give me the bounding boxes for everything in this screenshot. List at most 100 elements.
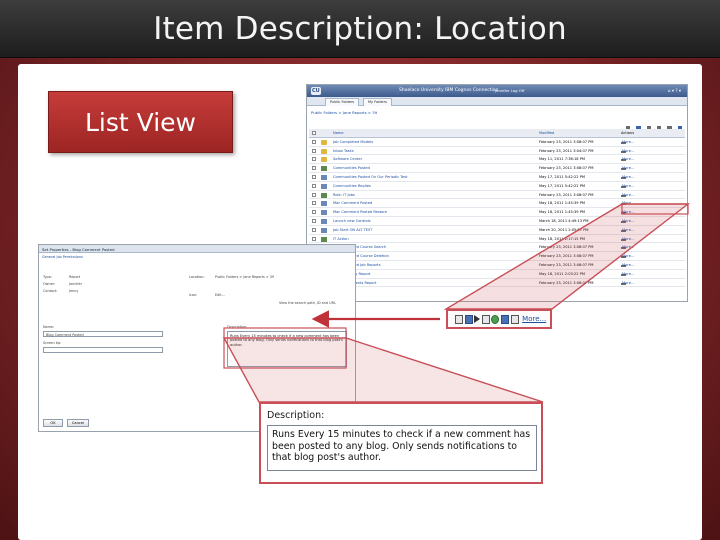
select-all-checkbox[interactable]	[312, 131, 316, 135]
properties-title: Set Properties - Blog Comment Posted	[42, 247, 115, 252]
view-search-path-link[interactable]: View the search path, ID and URL	[279, 301, 336, 305]
tab-public-folders[interactable]: Public Folders	[325, 98, 360, 106]
properties-header: Set Properties - Blog Comment Posted	[39, 245, 355, 253]
table-row: Launch new Controls March 18, 2011 4:49:1…	[309, 217, 685, 226]
row-modified: May 18, 2011 2:03:22 PM	[539, 271, 585, 276]
user-logoff-link[interactable]: Jennifer Log Off	[495, 88, 524, 93]
zoomed-description-textarea[interactable]: Runs Every 15 minutes to check if a new …	[267, 425, 537, 471]
column-header-modified[interactable]: Modified	[539, 131, 619, 135]
row-checkbox[interactable]	[312, 210, 316, 215]
row-actions: More...	[621, 245, 685, 250]
row-more-link[interactable]: More...	[622, 263, 634, 267]
row-more-link[interactable]: More...	[622, 219, 634, 223]
description-textarea[interactable]: Runs Every 15 minutes to check if a new …	[227, 331, 347, 367]
row-name-link[interactable]: Communities Replies	[333, 184, 433, 188]
row-checkbox[interactable]	[312, 227, 316, 232]
row-more-link[interactable]: More...	[622, 201, 634, 205]
app-header: CU Shoelace University IBM Cognos Connec…	[307, 85, 687, 97]
properties-tabs[interactable]: General Job Permissions	[42, 255, 83, 259]
row-checkbox[interactable]	[312, 183, 316, 188]
output-versions-icon[interactable]	[500, 314, 509, 324]
more-actions-link[interactable]: More...	[522, 315, 546, 323]
row-actions: More...	[621, 272, 685, 276]
row-name-link[interactable]: Inbox Tasks	[333, 149, 433, 153]
app-title: Shoelace University IBM Cognos Connectio…	[399, 88, 499, 93]
row-more-link[interactable]: More...	[622, 254, 634, 258]
row-name-link[interactable]: Communities Posted	[333, 166, 433, 170]
set-properties-icon[interactable]	[455, 314, 463, 324]
row-checkbox[interactable]	[312, 192, 316, 197]
edit-report-icon[interactable]	[481, 314, 490, 324]
row-more-link[interactable]: More...	[622, 140, 634, 144]
row-actions: More...	[621, 193, 685, 197]
view-history-icon[interactable]	[510, 314, 519, 324]
row-checkbox[interactable]	[312, 201, 316, 206]
folder-icon	[321, 139, 327, 145]
zoomed-actions-toolbar: More...	[446, 309, 552, 329]
row-checkbox[interactable]	[312, 166, 316, 171]
row-more-link[interactable]: More...	[622, 175, 634, 179]
type-value: Report	[69, 275, 81, 279]
row-name-link[interactable]: Communities Posted On Our Periodic Test	[333, 175, 433, 179]
tab-my-folders[interactable]: My Folders	[363, 98, 392, 106]
row-checkbox[interactable]	[312, 174, 316, 179]
screen-tip-input[interactable]	[43, 347, 163, 353]
row-name-link[interactable]: Job Start ON ALT TEST	[333, 228, 433, 232]
row-checkbox[interactable]	[312, 157, 316, 162]
table-row: Job Completed Models February 23, 2011 3:…	[309, 138, 685, 147]
table-row: Mac Comment Posted May 18, 2011 1:45:39 P…	[309, 199, 685, 209]
owner-value: Jennifer	[69, 282, 82, 286]
row-more-link[interactable]: More...	[622, 237, 634, 241]
row-actions: More...	[621, 149, 685, 153]
row-modified: February 23, 2011 3:08:07 PM	[539, 192, 594, 197]
row-more-link[interactable]: More...	[622, 166, 634, 170]
name-input-value: Blog Comment Posted	[46, 333, 84, 337]
row-name-link[interactable]: Software Center	[333, 157, 433, 161]
row-more-link[interactable]: More...	[622, 193, 634, 197]
table-row: Software Center May 11, 2011 7:36:18 PM Mo…	[309, 155, 685, 165]
row-more-link[interactable]: More...	[622, 245, 634, 249]
table-row: Block Comments ReportFebruary 23, 2011 3…	[309, 279, 685, 288]
table-row: Inbox Tasks February 23, 2011 3:04:07 PM M…	[309, 147, 685, 156]
row-checkbox[interactable]	[312, 148, 316, 153]
row-name-link[interactable]: Role: IT Jobs	[333, 193, 433, 197]
table-row: IT Action May 18, 2011 2:17:15 PM More...	[309, 235, 685, 244]
row-modified: March 20, 2011 2:05:57 PM	[539, 227, 589, 232]
row-more-link[interactable]: More...	[622, 228, 634, 232]
row-more-link[interactable]: More...	[622, 184, 634, 188]
row-more-link[interactable]: More...	[622, 272, 634, 276]
row-modified: May 17, 2011 5:42:22 PM	[539, 174, 585, 179]
ok-button[interactable]: OK	[43, 419, 63, 427]
row-more-link[interactable]: More...	[622, 210, 634, 214]
row-name-link[interactable]: Mac Comment Posted Restore	[333, 210, 433, 214]
cancel-button[interactable]: Cancel	[67, 419, 89, 427]
report-icon	[321, 183, 327, 189]
schedule-icon[interactable]	[491, 314, 500, 324]
folder-tabs: Public Folders My Folders	[307, 97, 687, 106]
row-more-link[interactable]: More...	[622, 149, 634, 153]
name-input[interactable]: Blog Comment Posted	[43, 331, 163, 337]
row-modified: May 18, 2011 1:45:39 PM	[539, 210, 585, 215]
breadcrumb[interactable]: Public Folders > Jane Reports > 39	[311, 110, 377, 115]
job-icon	[321, 236, 327, 242]
row-checkbox[interactable]	[312, 218, 316, 223]
header-tools-icon[interactable]: ⌂ ▾ ? ▾	[668, 88, 681, 93]
icon-edit-link[interactable]: Edit...	[215, 293, 225, 297]
row-modified: May 18, 2011 1:45:39 PM	[539, 201, 585, 206]
table-row: Communities Posted February 23, 2011 3:08…	[309, 164, 685, 173]
zoomed-description-text: Runs Every 15 minutes to check if a new …	[272, 429, 531, 463]
run-with-options-icon[interactable]	[474, 315, 481, 323]
row-name-link[interactable]: Mac Comment Posted	[333, 201, 433, 205]
zoomed-description-label: Description:	[267, 410, 325, 421]
row-checkbox[interactable]	[312, 236, 316, 241]
row-name-link[interactable]: IT Action	[333, 237, 433, 241]
column-header-name[interactable]: Name	[333, 131, 433, 135]
list-view-label-text: List View	[85, 107, 196, 137]
row-checkbox[interactable]	[312, 139, 316, 144]
column-header-actions: Actions	[621, 131, 635, 135]
row-more-link[interactable]: More...	[622, 281, 634, 285]
row-name-link[interactable]: Launch new Controls	[333, 219, 433, 223]
view-report-icon[interactable]	[464, 314, 473, 324]
row-more-link[interactable]: More...	[622, 157, 634, 161]
row-name-link[interactable]: Job Completed Models	[333, 140, 433, 144]
